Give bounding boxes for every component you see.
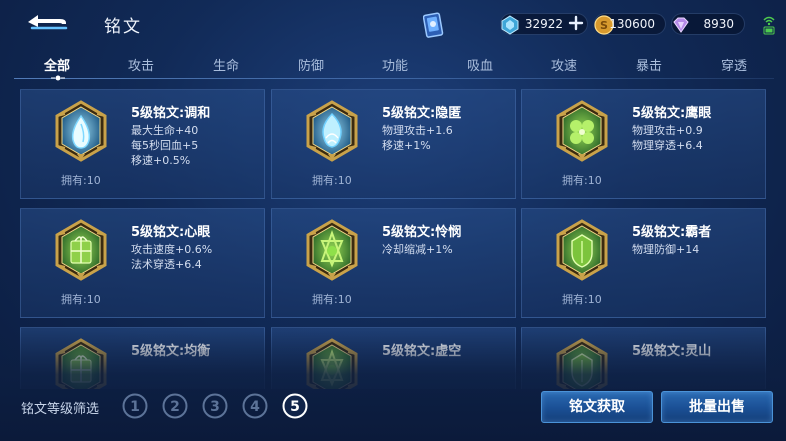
owned-count: 拥有:10 (562, 174, 602, 187)
owned-count: 拥有:10 (562, 293, 602, 306)
owned-count: 拥有:10 (61, 174, 101, 187)
tab-function[interactable]: 功能 (365, 55, 425, 74)
level-filter-number: 3 (210, 399, 220, 415)
inscription-name: 5级铭文:霸者 (632, 225, 712, 240)
tab-defense[interactable]: 防御 (281, 55, 341, 74)
tab-all[interactable]: 全部 (27, 55, 87, 74)
inscription-attribute: 物理穿透+6.4 (632, 139, 703, 152)
tab-divider (14, 78, 774, 79)
level-filter-4[interactable]: 4 (242, 393, 268, 419)
tab-penetration[interactable]: 穿透 (704, 55, 764, 74)
inscription-emblem-icon (55, 100, 107, 162)
tab-attack-speed[interactable]: 攻速 (534, 55, 594, 74)
diamond-icon (501, 15, 519, 35)
svg-text:S: S (600, 19, 608, 32)
gem-counter: 8930 (671, 13, 745, 35)
inscription-emblem-icon (306, 219, 358, 281)
level-filter-1[interactable]: 1 (122, 393, 148, 419)
get-inscription-button[interactable]: 铭文获取 (541, 391, 653, 423)
inscription-name: 5级铭文:调和 (131, 106, 211, 121)
wifi-battery-icon (763, 16, 775, 35)
level-filter-3[interactable]: 3 (202, 393, 228, 419)
owned-count: 拥有:10 (312, 293, 352, 306)
level-filter-number: 4 (250, 399, 260, 415)
inscription-card-icon[interactable] (423, 11, 445, 39)
inscription-attribute: 最大生命+40 (131, 124, 199, 137)
level-filter-number: 1 (130, 399, 140, 415)
inscription-attribute: 法术穿透+6.4 (131, 258, 202, 271)
gem-icon (673, 17, 689, 33)
inscription-emblem-icon (556, 100, 608, 162)
back-arrow-icon[interactable] (22, 10, 70, 34)
inscription-attribute: 每5秒回血+5 (131, 139, 199, 152)
inscription-attributes: 最大生命+40 每5秒回血+5 移速+0.5% (131, 123, 198, 168)
inscription-attributes: 物理防御+14 (632, 242, 699, 257)
inscription-attribute: 物理攻击+1.6 (382, 124, 453, 137)
level-filter-number: 2 (170, 399, 180, 415)
tab-critical[interactable]: 暴击 (619, 55, 679, 74)
inscription-name: 5级铭文:心眼 (131, 225, 211, 240)
inscription-attribute: 攻击速度+0.6% (131, 243, 213, 256)
inscription-attribute: 冷却缩减+1% (382, 243, 453, 256)
inscription-emblem-icon (556, 219, 608, 281)
batch-sell-button[interactable]: 批量出售 (661, 391, 773, 423)
inscription-attribute: 物理攻击+0.9 (632, 124, 703, 137)
tab-attack[interactable]: 攻击 (111, 55, 171, 74)
level-filter-label: 铭文等级筛选 (21, 402, 100, 417)
inscription-attributes: 攻击速度+0.6% 法术穿透+6.4 (131, 242, 212, 272)
inscription-attribute: 移速+1% (382, 139, 431, 152)
inscription-card[interactable]: 5级铭文:隐匿 物理攻击+1.6 移速+1% 拥有:10 (271, 89, 516, 199)
inscription-attributes: 冷却缩减+1% (382, 242, 453, 257)
inscription-name: 5级铭文:鹰眼 (632, 106, 712, 121)
inscription-card[interactable]: 5级铭文:鹰眼 物理攻击+0.9 物理穿透+6.4 拥有:10 (521, 89, 766, 199)
inscription-attributes: 物理攻击+0.9 物理穿透+6.4 (632, 123, 703, 153)
top-bar: 铭文 32922 S 130600 8930 (0, 0, 786, 48)
page-title: 铭文 (104, 17, 142, 37)
inscription-card[interactable]: 5级铭文:怜悯 冷却缩减+1% 拥有:10 (271, 208, 516, 318)
add-diamond-icon[interactable] (568, 15, 584, 31)
gold-counter: S 130600 (594, 13, 666, 35)
inscription-card[interactable]: 5级铭文:调和 最大生命+40 每5秒回血+5 移速+0.5% 拥有:10 (20, 89, 265, 199)
inscription-emblem-icon (55, 219, 107, 281)
category-tabs: 全部 攻击 生命 防御 功能 吸血 攻速 暴击 穿透 (0, 50, 786, 81)
bottom-fade (0, 330, 786, 441)
tab-health[interactable]: 生命 (196, 55, 256, 74)
level-filter-number: 5 (290, 399, 300, 415)
inscription-attributes: 物理攻击+1.6 移速+1% (382, 123, 453, 153)
inscription-emblem-icon (306, 100, 358, 162)
level-filter-5[interactable]: 5 (282, 393, 308, 419)
inscription-name: 5级铭文:怜悯 (382, 225, 462, 240)
tab-lifesteal[interactable]: 吸血 (450, 55, 510, 74)
level-filter-2[interactable]: 2 (162, 393, 188, 419)
inscription-attribute: 物理防御+14 (632, 243, 700, 256)
inscription-card[interactable]: 5级铭文:心眼 攻击速度+0.6% 法术穿透+6.4 拥有:10 (20, 208, 265, 318)
inscription-card[interactable]: 5级铭文:霸者 物理防御+14 拥有:10 (521, 208, 766, 318)
owned-count: 拥有:10 (312, 174, 352, 187)
active-tab-marker (51, 75, 65, 81)
gem-value: 8930 (703, 17, 734, 31)
inscription-attribute: 移速+0.5% (131, 154, 191, 167)
owned-count: 拥有:10 (61, 293, 101, 306)
diamond-value: 32922 (524, 17, 563, 31)
inscription-name: 5级铭文:隐匿 (382, 106, 462, 121)
gold-value: 130600 (609, 17, 655, 31)
